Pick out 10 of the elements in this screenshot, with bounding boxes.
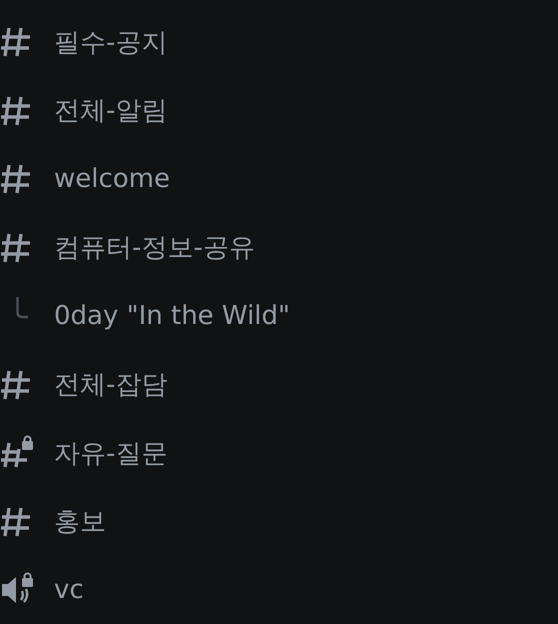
- channel-name[interactable]: 컴퓨터-정보-공유: [54, 230, 255, 266]
- channel-name[interactable]: 전체-잡담: [54, 367, 168, 402]
- channel-name[interactable]: welcome: [54, 164, 170, 194]
- channel-name[interactable]: vc: [54, 575, 84, 606]
- channel-name[interactable]: 홍보: [54, 504, 106, 540]
- channel-name[interactable]: 필수-공지: [54, 24, 168, 60]
- channel-name[interactable]: 전체-알림: [54, 93, 168, 128]
- channel-name[interactable]: 0day "In the Wild": [54, 301, 290, 332]
- thread-branch-icon: [16, 297, 28, 320]
- channel-name[interactable]: 자유-질문: [54, 436, 168, 471]
